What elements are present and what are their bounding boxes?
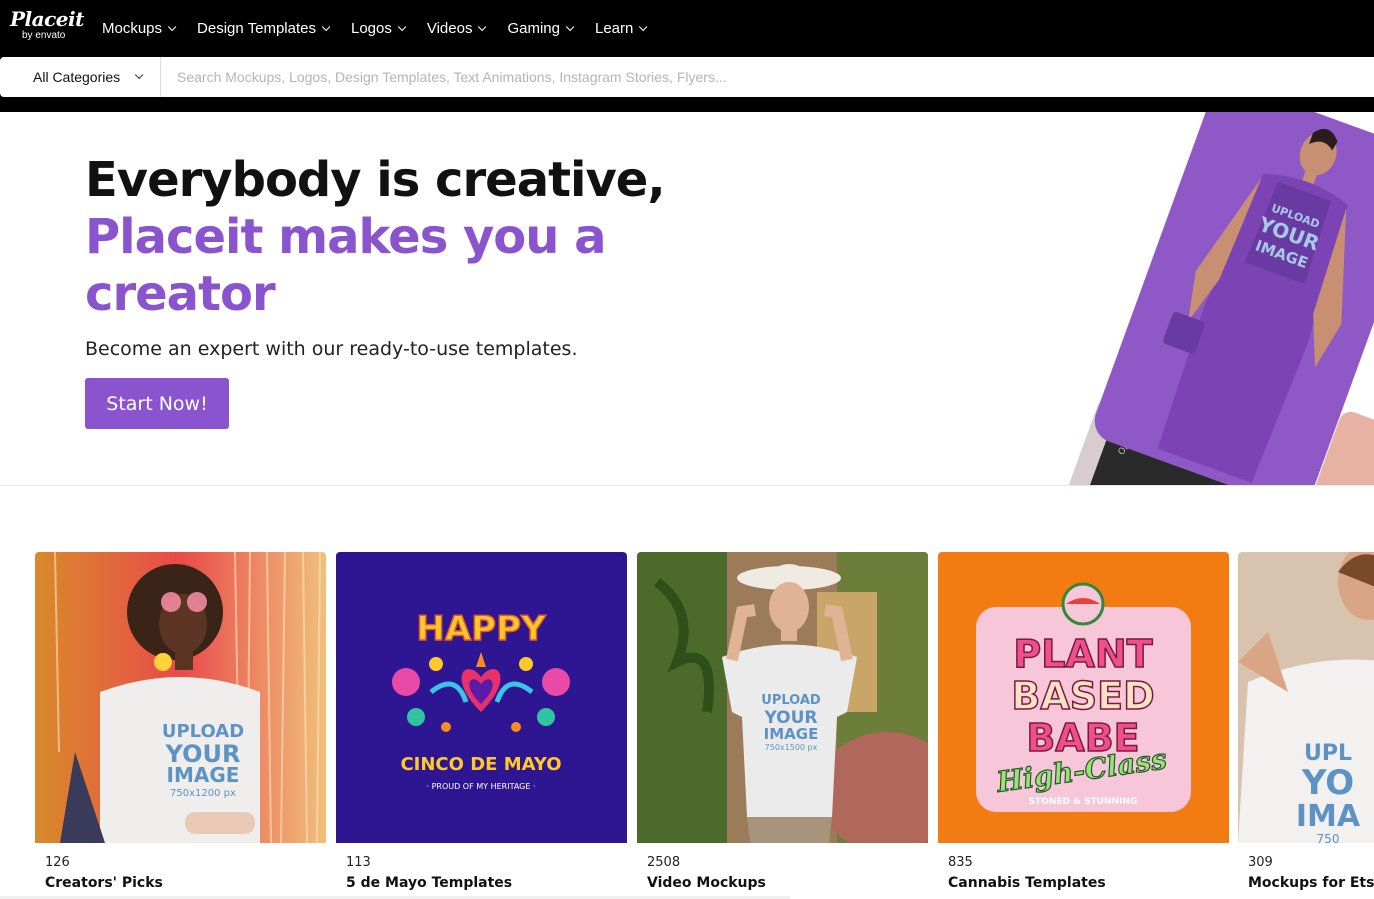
category-select-label: All Categories (33, 69, 121, 85)
nav-gaming[interactable]: Gaming (507, 20, 575, 37)
card5-image-text: IMA (1296, 799, 1361, 834)
card3-image-text: IMAGE (764, 725, 819, 743)
card-creators-picks[interactable]: UPLOAD YOUR IMAGE 750x1200 px 126 Creato… (35, 552, 326, 899)
card-count: 835 (948, 855, 973, 870)
hero-heading-line1: Everybody is creative, (85, 152, 666, 208)
start-now-button[interactable]: Start Now! (85, 378, 229, 429)
card1-upload-text: UPLOAD (162, 721, 244, 742)
nav-mockups-label: Mockups (102, 20, 163, 37)
card3-upload-text: UPLOAD (761, 693, 821, 708)
chevron-down-icon (397, 22, 407, 31)
card-thumbnail: UPLOAD YOUR IMAGE 750x1500 px (637, 552, 928, 843)
cinco-de-mayo-image: HAPPY CINCO DE MAYO · PROUD OF MY HERITA… (336, 552, 627, 843)
card-cannabis-templates[interactable]: PLANT BASED BABE High-Class STONED & STU… (938, 552, 1229, 899)
chevron-down-icon (478, 22, 487, 31)
card-count: 2508 (647, 855, 681, 870)
card1-image-text: IMAGE (167, 763, 240, 787)
logo-envato: by envato (22, 30, 66, 41)
card4-plant-text: PLANT (1013, 632, 1152, 676)
nav-logos-label: Logos (350, 20, 392, 37)
card-count: 309 (1248, 855, 1273, 870)
hero-heading-line2: Placeit makes you a (85, 209, 607, 265)
nav-design-templates[interactable]: Design Templates (197, 20, 331, 37)
search-bar: All Categories (0, 57, 1374, 97)
card2-cinco-text: CINCO DE MAYO (400, 754, 561, 775)
card2-happy-text: HAPPY (416, 609, 546, 649)
search-area: All Categories (0, 57, 1374, 112)
card1-size-text: 750x1200 px (170, 788, 236, 799)
nav-videos[interactable]: Videos (426, 20, 487, 37)
placeit-logo[interactable]: Placeit by envato (10, 8, 88, 44)
category-select[interactable]: All Categories (0, 57, 161, 97)
card4-stoned-text: STONED & STUNNING (1029, 797, 1138, 807)
nav-mockups[interactable]: Mockups (102, 20, 177, 37)
chevron-down-icon (167, 22, 177, 31)
category-cards: UPLOAD YOUR IMAGE 750x1200 px 126 Creato… (35, 552, 1374, 899)
card-title: Creators' Picks (45, 875, 163, 891)
chevron-down-icon (639, 22, 648, 31)
card-cinco-de-mayo[interactable]: HAPPY CINCO DE MAYO · PROUD OF MY HERITA… (336, 552, 627, 899)
nav-learn[interactable]: Learn (594, 20, 648, 37)
nav-design-templates-label: Design Templates (197, 20, 316, 37)
nav-learn-label: Learn (594, 20, 634, 37)
nav-videos-label: Videos (426, 20, 473, 37)
hero-section: Everybody is creative, Placeit makes you… (0, 112, 1374, 486)
nav-gaming-label: Gaming (507, 20, 560, 37)
card-title: Mockups for Etsy (1248, 875, 1374, 891)
card-thumbnail: PLANT BASED BABE High-Class STONED & STU… (938, 552, 1229, 843)
card-mockups-for-etsy[interactable]: UPL YO IMA 750 309 Mockups for Etsy (1238, 552, 1374, 899)
card-count: 126 (45, 855, 70, 870)
cannabis-templates-image: PLANT BASED BABE High-Class STONED & STU… (938, 552, 1229, 843)
nav-logos[interactable]: Logos (350, 20, 407, 37)
chevron-down-icon (321, 22, 331, 31)
logo-wordmark: Placeit (10, 7, 84, 31)
main-menu: Mockups Design Templates Logos Videos Ga… (102, 0, 668, 57)
hero-heading: Everybody is creative, Placeit makes you… (85, 152, 725, 323)
hero-heading-line3: creator (85, 266, 276, 322)
etsy-mockups-image: UPL YO IMA 750 (1238, 552, 1374, 843)
card3-size-text: 750x1500 px (765, 743, 818, 752)
card-title: Cannabis Templates (948, 875, 1106, 891)
card-video-mockups[interactable]: UPLOAD YOUR IMAGE 750x1500 px 2508 Video… (637, 552, 928, 899)
card2-heritage-text: · PROUD OF MY HERITAGE · (426, 782, 535, 791)
chevron-down-icon (565, 22, 575, 31)
card-thumbnail: UPL YO IMA 750 (1238, 552, 1374, 843)
chevron-down-icon (135, 70, 144, 80)
card4-based-text: BASED (1011, 674, 1154, 718)
card-title: 5 de Mayo Templates (346, 875, 513, 891)
top-navbar: Placeit by envato Mockups Design Templat… (0, 0, 1374, 57)
hero-model-image: OF A SONG UPLOAD YOUR IMAGE (1050, 112, 1374, 485)
card-thumbnail: UPLOAD YOUR IMAGE 750x1200 px (35, 552, 326, 843)
card5-your-text: YO (1301, 763, 1354, 803)
search-input[interactable] (161, 57, 1374, 97)
creators-picks-image: UPLOAD YOUR IMAGE 750x1200 px (35, 552, 326, 843)
card-count: 113 (346, 855, 371, 870)
hero-subtitle: Become an expert with our ready-to-use t… (85, 338, 578, 360)
card-title: Video Mockups (647, 875, 766, 891)
card-thumbnail: HAPPY CINCO DE MAYO · PROUD OF MY HERITA… (336, 552, 627, 843)
video-mockups-image: UPLOAD YOUR IMAGE 750x1500 px (637, 552, 928, 843)
card5-size-text: 750 (1317, 832, 1340, 843)
